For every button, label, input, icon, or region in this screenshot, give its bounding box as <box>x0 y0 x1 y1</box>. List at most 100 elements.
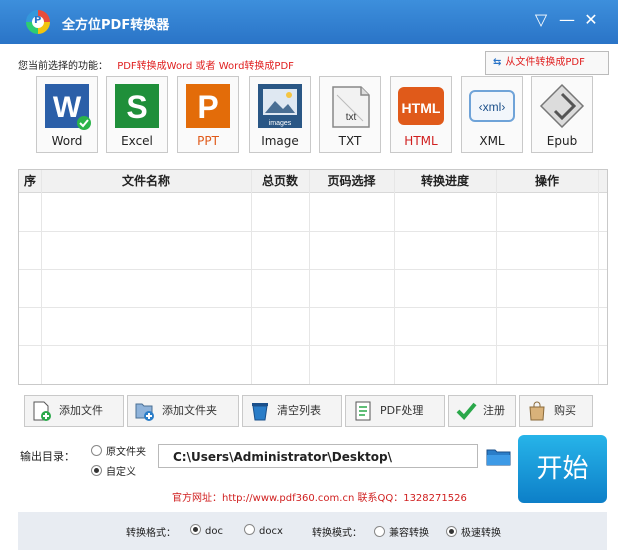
svg-text:W: W <box>53 91 82 124</box>
radio-original-folder[interactable]: 原文件夹 <box>91 443 146 458</box>
mode-label: 转换模式： <box>312 528 362 539</box>
close-button[interactable]: ✕ <box>580 9 602 31</box>
minimize-button[interactable]: — <box>556 9 578 31</box>
app-title: 全方位PDF转换器 <box>62 18 170 33</box>
excel-icon: S <box>115 84 159 128</box>
svg-text:txt: txt <box>346 112 357 123</box>
radio-mode-fast-label: 极速转换 <box>461 528 501 539</box>
svg-text:S: S <box>126 89 147 125</box>
buy-button[interactable]: 购买 <box>519 395 593 427</box>
radio-dot <box>91 445 102 456</box>
buy-label: 购买 <box>554 404 576 417</box>
xml-icon: ‹xml› <box>469 90 515 122</box>
add-file-label: 添加文件 <box>59 404 103 417</box>
column-divider <box>309 170 310 384</box>
add-file-icon <box>33 401 51 421</box>
table-row[interactable] <box>19 345 607 346</box>
table-row[interactable] <box>19 269 607 270</box>
svg-text:P: P <box>197 89 218 125</box>
format-epub-label: Epub <box>546 134 578 148</box>
ppt-icon: P <box>186 84 230 128</box>
format-xml-button[interactable]: ‹xml› XML <box>461 76 523 153</box>
header-page-select: 页码选择 <box>327 174 376 188</box>
pdf-process-label: PDF处理 <box>380 404 424 417</box>
current-function-label: 您当前选择的功能： <box>18 61 108 72</box>
radio-mode-compatible-label: 兼容转换 <box>389 528 429 539</box>
format-ppt-label: PPT <box>197 134 219 148</box>
add-folder-icon <box>135 403 154 421</box>
format-image-label: Image <box>261 134 299 148</box>
epub-icon <box>539 83 585 129</box>
bottom-options-bar: 转换格式： doc docx 转换模式： 兼容转换 极速转换 <box>18 512 607 550</box>
column-divider <box>394 170 395 384</box>
add-folder-label: 添加文件夹 <box>162 404 217 417</box>
format-txt-button[interactable]: txt TXT <box>319 76 381 153</box>
format-word-label: Word <box>51 134 83 148</box>
from-file-label: 从文件转换成PDF <box>505 57 585 68</box>
start-button[interactable]: 开始 <box>518 435 607 503</box>
format-html-label: HTML <box>404 134 438 148</box>
document-icon <box>355 401 371 421</box>
radio-mode-fast[interactable]: 极速转换 <box>446 524 501 539</box>
register-label: 注册 <box>483 404 505 417</box>
svg-text:‹xml›: ‹xml› <box>479 100 506 114</box>
radio-mode-compatible[interactable]: 兼容转换 <box>374 524 429 539</box>
svg-text:images: images <box>269 120 292 127</box>
register-button[interactable]: 注册 <box>448 395 516 427</box>
app-logo-icon: P <box>26 10 50 34</box>
header-progress: 转换进度 <box>420 174 469 188</box>
output-path-input[interactable]: C:\Users\Administrator\Desktop\ <box>158 444 478 468</box>
clear-list-label: 清空列表 <box>277 404 321 417</box>
file-table: 序 文件名称 总页数 页码选择 转换进度 操作 <box>18 169 608 385</box>
from-file-to-pdf-button[interactable]: ⇆ 从文件转换成PDF <box>485 51 609 75</box>
shopping-bag-icon <box>529 401 545 421</box>
radio-format-docx-label: docx <box>259 526 283 537</box>
radio-custom-folder-label: 自定义 <box>106 467 136 478</box>
radio-format-doc-label: doc <box>205 526 223 537</box>
pdf-process-button[interactable]: PDF处理 <box>345 395 445 427</box>
header-action: 操作 <box>534 174 559 188</box>
column-divider <box>251 170 252 384</box>
format-xml-label: XML <box>479 134 505 148</box>
trash-icon <box>252 403 268 421</box>
add-file-button[interactable]: 添加文件 <box>24 395 124 427</box>
format-excel-label: Excel <box>121 134 153 148</box>
format-image-button[interactable]: images Image <box>249 76 311 153</box>
header-filename: 文件名称 <box>121 174 170 188</box>
current-function: 您当前选择的功能： PDF转换成Word 或者 Word转换成PDF <box>18 57 294 72</box>
table-header: 序 文件名称 总页数 页码选择 转换进度 操作 <box>19 170 607 193</box>
output-dir-label: 输出目录： <box>20 450 75 463</box>
current-function-value: PDF转换成Word 或者 Word转换成PDF <box>117 61 294 72</box>
browse-folder-icon[interactable] <box>486 447 511 466</box>
header-index: 序 <box>23 174 36 188</box>
format-txt-label: TXT <box>338 134 362 148</box>
header-total-pages: 总页数 <box>261 174 298 188</box>
checkmark-icon <box>456 402 477 420</box>
radio-dot <box>244 524 255 535</box>
add-folder-button[interactable]: 添加文件夹 <box>127 395 239 427</box>
format-label: 转换格式： <box>126 528 176 539</box>
format-epub-button[interactable]: Epub <box>531 76 593 153</box>
menu-dropdown-icon[interactable]: ▽ <box>530 9 552 31</box>
convert-arrows-icon: ⇆ <box>493 57 502 68</box>
format-ppt-button[interactable]: P PPT <box>177 76 239 153</box>
radio-dot-selected <box>446 526 457 537</box>
radio-custom-folder[interactable]: 自定义 <box>91 463 136 478</box>
radio-dot-selected <box>91 465 102 476</box>
radio-format-docx[interactable]: docx <box>244 524 283 537</box>
word-icon: W <box>45 84 91 130</box>
column-divider <box>496 170 497 384</box>
format-html-button[interactable]: HTML HTML <box>390 76 452 153</box>
title-bar: P 全方位PDF转换器 ▽ — ✕ <box>0 0 618 44</box>
image-icon: images <box>258 84 302 128</box>
radio-format-doc[interactable]: doc <box>190 524 223 537</box>
format-excel-button[interactable]: S Excel <box>106 76 168 153</box>
svg-text:HTML: HTML <box>402 100 441 116</box>
html-icon: HTML <box>398 87 444 125</box>
table-row[interactable] <box>19 231 607 232</box>
format-word-button[interactable]: W Word <box>36 76 98 153</box>
clear-list-button[interactable]: 清空列表 <box>242 395 342 427</box>
table-row[interactable] <box>19 307 607 308</box>
radio-original-folder-label: 原文件夹 <box>106 447 146 458</box>
radio-dot-selected <box>190 524 201 535</box>
